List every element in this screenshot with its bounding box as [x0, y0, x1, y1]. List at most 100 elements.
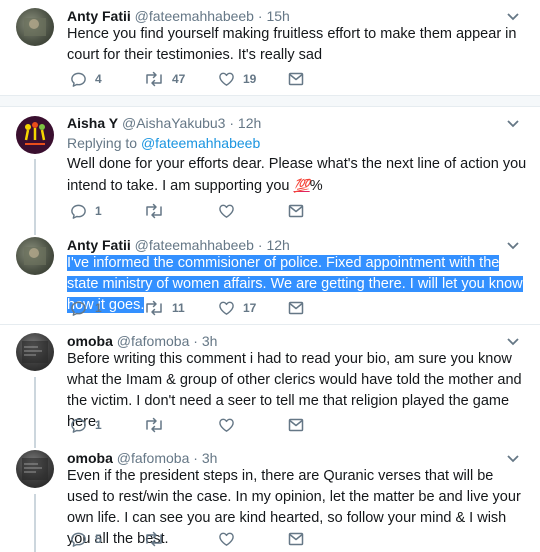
message-icon: [288, 204, 304, 218]
handle[interactable]: @fafomoba: [117, 333, 190, 349]
reply-button[interactable]: 5: [70, 531, 144, 548]
reply-count: 1: [95, 204, 102, 218]
avatar[interactable]: [16, 333, 54, 371]
reply-button[interactable]: 1: [70, 203, 144, 220]
display-name[interactable]: Anty Fatii: [67, 237, 131, 253]
message-icon: [288, 72, 304, 86]
tweet-header: Anty Fatii @fateemahhabeeb · 12h: [67, 236, 290, 254]
tweet-text-suffix: %: [309, 178, 323, 194]
handle[interactable]: @AishaYakubu3: [122, 115, 225, 131]
avatar[interactable]: [16, 116, 54, 154]
separator-dot: ·: [193, 333, 198, 349]
reply-icon: [71, 72, 86, 87]
message-button[interactable]: [288, 204, 304, 218]
retweet-button[interactable]: [144, 531, 218, 547]
chevron-down-icon[interactable]: [506, 119, 520, 129]
chevron-down-icon[interactable]: [506, 12, 520, 22]
conversation-gap: [0, 95, 540, 107]
timestamp[interactable]: 15h: [266, 8, 289, 24]
handle[interactable]: @fateemahhabeeb: [135, 8, 254, 24]
tweet-2[interactable]: Aisha Y @AishaYakubu3 · 12h Replying to …: [0, 107, 540, 229]
reply-button[interactable]: 4: [70, 71, 144, 88]
tweet-actions: 5: [70, 530, 304, 548]
avatar-image: [24, 122, 46, 145]
thread-line: [34, 229, 36, 235]
reply-count: 4: [95, 72, 102, 86]
display-name[interactable]: omoba: [67, 333, 113, 349]
message-button[interactable]: [288, 301, 304, 315]
like-button[interactable]: [218, 417, 288, 433]
reply-count: 1: [95, 418, 102, 432]
message-button[interactable]: [288, 418, 304, 432]
avatar-image: [24, 247, 46, 265]
like-icon: [219, 204, 234, 218]
chevron-down-icon[interactable]: [506, 337, 520, 347]
reply-icon: [71, 204, 86, 219]
like-icon: [219, 72, 234, 86]
display-name[interactable]: Anty Fatii: [67, 8, 131, 24]
display-name[interactable]: omoba: [67, 450, 113, 466]
thread-line: [34, 377, 36, 442]
tweet-actions: 4 47 19: [70, 70, 304, 88]
retweet-icon: [146, 417, 162, 433]
message-icon: [288, 532, 304, 546]
tweet-actions: 1: [70, 202, 304, 220]
separator-dot: ·: [257, 237, 263, 253]
like-button[interactable]: 19: [218, 71, 288, 87]
tweet-3[interactable]: Anty Fatii @fateemahhabeeb · 12h I've in…: [0, 229, 540, 324]
avatar[interactable]: [16, 8, 54, 46]
retweet-button[interactable]: 47: [144, 71, 218, 87]
timestamp[interactable]: 12h: [238, 115, 261, 131]
tweet-header: omoba @fafomoba · 3h: [67, 332, 217, 350]
message-icon: [288, 418, 304, 432]
handle[interactable]: @fateemahhabeeb: [135, 237, 254, 253]
reply-icon: [71, 418, 86, 433]
avatar[interactable]: [16, 450, 54, 488]
reply-button[interactable]: 1: [70, 417, 144, 434]
avatar-image: [22, 458, 48, 480]
chevron-down-icon[interactable]: [506, 454, 520, 464]
like-count: 17: [243, 301, 257, 315]
timestamp[interactable]: 3h: [202, 333, 218, 349]
retweet-icon: [146, 203, 162, 219]
thread-line: [34, 442, 36, 448]
reply-button[interactable]: 1: [70, 300, 144, 317]
tweet-header: Aisha Y @AishaYakubu3 · 12h: [67, 114, 261, 132]
separator-dot: ·: [193, 450, 198, 466]
tweet-header: Anty Fatii @fateemahhabeeb · 15h: [67, 7, 290, 25]
tweet-1[interactable]: Anty Fatii @fateemahhabeeb · 15h Hence y…: [0, 0, 540, 95]
message-button[interactable]: [288, 532, 304, 546]
chevron-down-icon[interactable]: [506, 241, 520, 251]
message-button[interactable]: [288, 72, 304, 86]
retweet-count: 47: [172, 72, 186, 86]
separator-dot: ·: [257, 8, 263, 24]
retweet-icon: [146, 531, 162, 547]
replying-to-link[interactable]: @fateemahhabeeb: [141, 135, 260, 151]
timestamp[interactable]: 12h: [266, 237, 289, 253]
display-name[interactable]: Aisha Y: [67, 115, 118, 131]
replying-prefix: Replying to: [67, 135, 138, 151]
timestamp[interactable]: 3h: [202, 450, 218, 466]
reply-icon: [71, 301, 86, 316]
like-button[interactable]: [218, 203, 288, 219]
message-icon: [288, 301, 304, 315]
reply-count: 1: [95, 301, 102, 315]
handle[interactable]: @fafomoba: [117, 450, 190, 466]
replying-to: Replying to @fateemahhabeeb: [67, 134, 260, 152]
like-button[interactable]: [218, 531, 288, 547]
tweet-text: Well done for your efforts dear. Please …: [67, 154, 527, 197]
tweet-5[interactable]: omoba @fafomoba · 3h Even if the preside…: [0, 442, 540, 552]
retweet-icon: [146, 300, 162, 316]
reply-count: 5: [95, 532, 102, 546]
tweet-4[interactable]: omoba @fafomoba · 3h Before writing this…: [0, 325, 540, 442]
hundred-points-emoji: 💯: [293, 178, 310, 193]
avatar[interactable]: [16, 237, 54, 275]
retweet-button[interactable]: [144, 203, 218, 219]
retweet-button[interactable]: 11: [144, 300, 218, 316]
tweet-actions: 1: [70, 416, 304, 434]
tweet-header: omoba @fafomoba · 3h: [67, 449, 217, 467]
like-icon: [219, 301, 234, 315]
like-icon: [219, 532, 234, 546]
retweet-button[interactable]: [144, 417, 218, 433]
like-button[interactable]: 17: [218, 300, 288, 316]
